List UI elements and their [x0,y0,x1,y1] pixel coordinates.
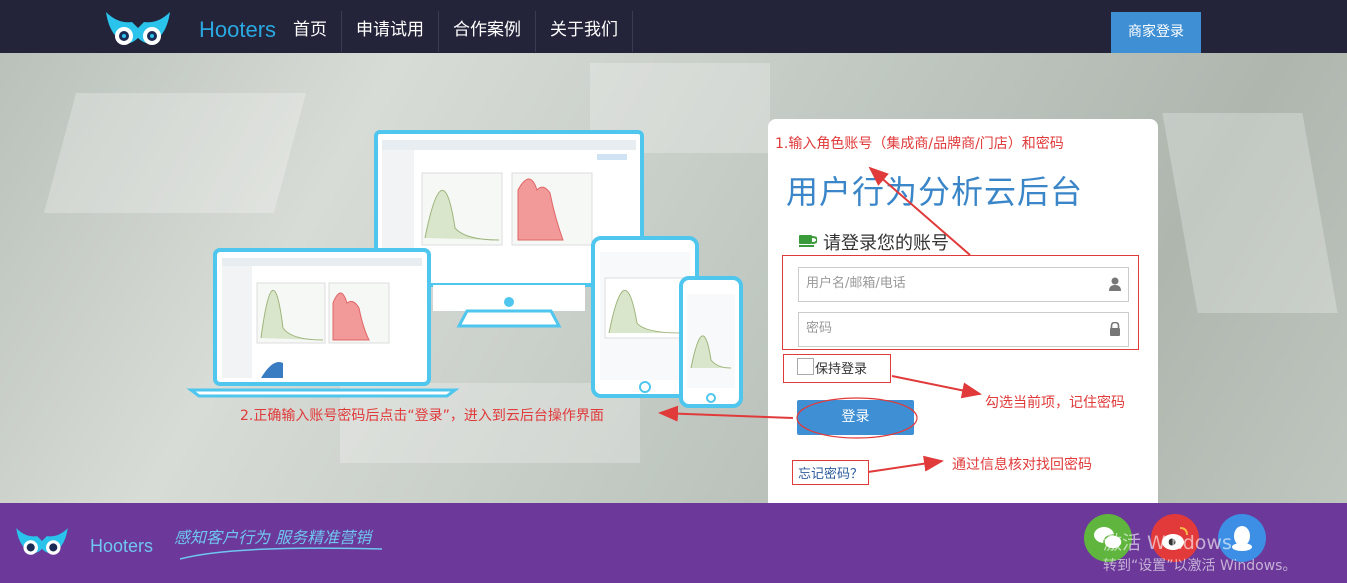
footer-slogan-graphic: 感知客户行为 服务精准营销 [174,528,383,560]
footer-owl-logo-icon [16,528,68,555]
windows-activation-subtitle: 转到“设置”以激活 Windows。 [1103,558,1297,574]
footer-brand: Hooters [90,536,154,556]
annotation-arrows [658,166,982,473]
footer-slogan: 感知客户行为 服务精准营销 [174,528,374,547]
windows-activation-title: 激活 Windows [1103,532,1232,554]
